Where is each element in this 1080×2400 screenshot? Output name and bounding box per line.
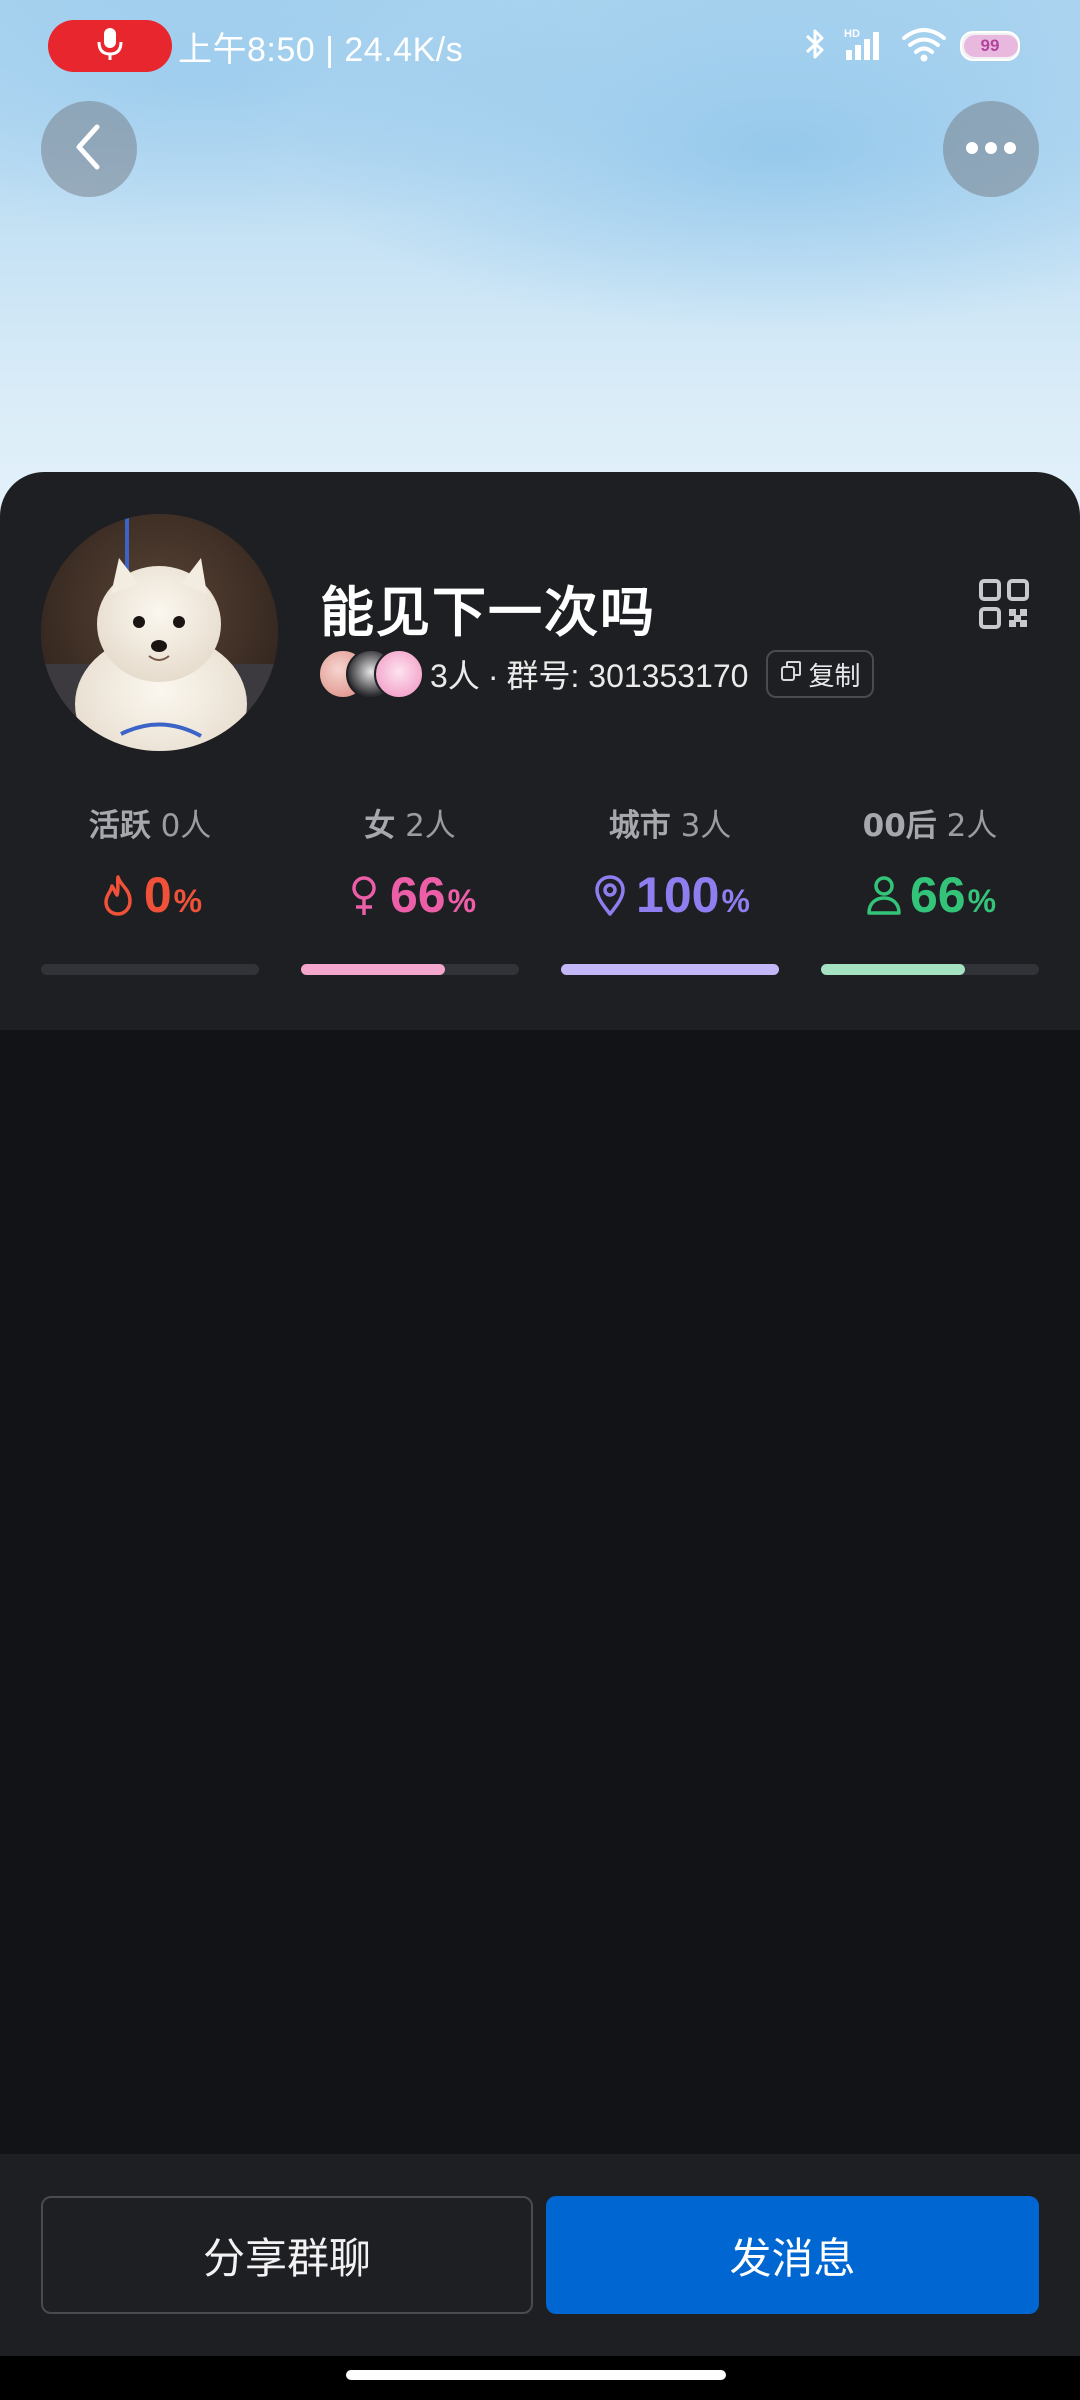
recording-indicator[interactable] xyxy=(48,20,172,72)
group-name: 能见下一次吗 xyxy=(320,581,656,644)
member-avatars[interactable] xyxy=(318,649,426,699)
group-meta-row: 3人 · 群号: 301353170 复制 xyxy=(318,648,875,700)
stat-unit: % xyxy=(173,883,203,919)
stat-unit: % xyxy=(447,883,477,919)
svg-text:HD: HD xyxy=(844,28,860,40)
send-message-button[interactable]: 发消息 xyxy=(546,2196,1039,2314)
wifi-icon xyxy=(902,26,946,66)
stat-label: 城市 3人 xyxy=(608,808,732,844)
battery-level: 99 xyxy=(980,36,1000,55)
stat-label: 00后 2人 xyxy=(862,808,998,844)
stat-unit: % xyxy=(967,883,997,919)
bluetooth-icon xyxy=(802,26,828,66)
stat-number: 0 xyxy=(143,867,172,923)
location-pin-icon xyxy=(590,873,630,917)
mic-icon xyxy=(95,26,125,66)
stat-value: 0% xyxy=(41,866,259,924)
stat-progress-fill xyxy=(561,964,779,975)
chevron-left-icon xyxy=(69,119,109,179)
group-id-label: 群号: xyxy=(506,658,580,694)
status-time-speed: 上午8:50 | 24.4K/s xyxy=(178,31,464,69)
group-member-info: 3人 · 群号: 301353170 xyxy=(430,651,748,697)
stat-number: 100 xyxy=(636,867,720,923)
copy-group-id-button[interactable]: 复制 xyxy=(766,650,875,698)
stat-city: 城市 3人 100% xyxy=(561,800,779,980)
group-avatar[interactable] xyxy=(41,514,278,751)
stat-progress-bar xyxy=(821,964,1039,975)
copy-icon xyxy=(780,659,802,689)
status-icons: HD 99 xyxy=(802,26,1020,66)
stat-value: 66% xyxy=(301,866,519,924)
copy-label: 复制 xyxy=(808,661,861,692)
group-stats: 活跃 0人 0% 女 2人 66% 城市 3人 100 % 00后 2人 66 … xyxy=(0,800,1080,990)
member-avatar xyxy=(374,649,424,699)
stat-active: 活跃 0人 0% xyxy=(41,800,259,980)
female-icon xyxy=(344,873,384,917)
stat-value: 66% xyxy=(821,866,1039,924)
qr-code-button[interactable] xyxy=(978,578,1030,630)
separator-dot: · xyxy=(487,658,499,694)
stat-value: 100% xyxy=(561,866,779,924)
stat-label: 活跃 0人 xyxy=(88,808,212,844)
share-group-button[interactable]: 分享群聊 xyxy=(41,2196,533,2314)
battery-icon: 99 xyxy=(960,31,1020,61)
qr-code-icon xyxy=(978,579,1030,634)
stat-post00: 00后 2人 66% xyxy=(821,800,1039,980)
back-button[interactable] xyxy=(41,101,137,197)
stat-progress-fill xyxy=(821,964,965,975)
stat-progress-bar xyxy=(41,964,259,975)
stat-label: 女 2人 xyxy=(364,808,456,844)
home-indicator[interactable] xyxy=(346,2370,726,2380)
more-options-button[interactable] xyxy=(943,101,1039,197)
stat-number: 66 xyxy=(389,867,446,923)
hd-signal-icon: HD xyxy=(842,26,888,66)
stat-progress-fill xyxy=(301,964,445,975)
status-bar: 上午8:50 | 24.4K/s HD 99 xyxy=(0,0,1080,92)
member-count: 3人 xyxy=(430,658,480,694)
stat-number: 66 xyxy=(909,867,966,923)
stat-unit: % xyxy=(721,883,750,919)
flame-icon xyxy=(98,873,138,917)
person-icon xyxy=(864,873,904,917)
stat-progress-bar xyxy=(561,964,779,975)
stat-progress-bar xyxy=(301,964,519,975)
stat-female: 女 2人 66% xyxy=(301,800,519,980)
more-dots-icon xyxy=(965,140,1017,159)
group-id: 301353170 xyxy=(588,658,749,694)
